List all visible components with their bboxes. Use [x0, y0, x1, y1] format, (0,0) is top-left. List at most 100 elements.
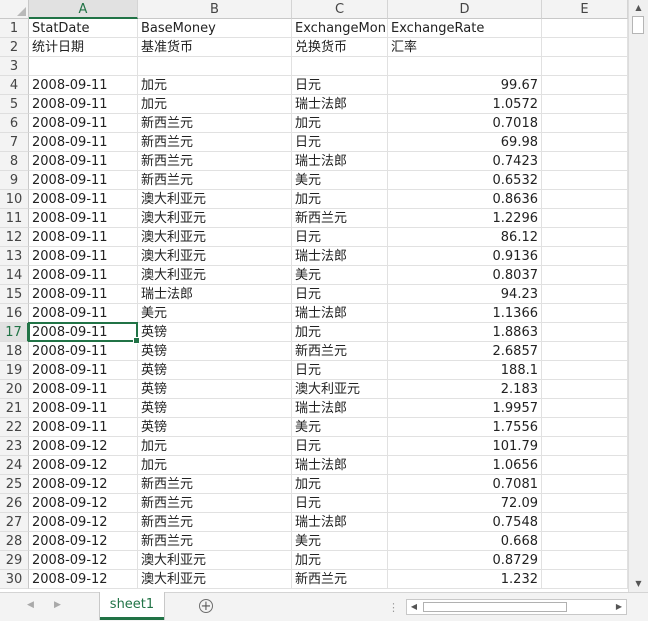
- row-header[interactable]: 20: [0, 380, 29, 399]
- cell-c[interactable]: 兑换货币: [292, 38, 388, 57]
- cell-a[interactable]: 2008-09-11: [29, 152, 138, 171]
- row-header[interactable]: 5: [0, 95, 29, 114]
- cell-c[interactable]: 瑞士法郎: [292, 304, 388, 323]
- cell-c[interactable]: 加元: [292, 323, 388, 342]
- cell-b[interactable]: 英镑: [138, 380, 292, 399]
- cell-e[interactable]: [542, 456, 628, 475]
- cell-e[interactable]: [542, 570, 628, 589]
- row-header[interactable]: 13: [0, 247, 29, 266]
- row-header[interactable]: 21: [0, 399, 29, 418]
- cell-a[interactable]: 2008-09-11: [29, 171, 138, 190]
- cell-d[interactable]: 2.183: [388, 380, 542, 399]
- row-header[interactable]: 8: [0, 152, 29, 171]
- cell-a[interactable]: 2008-09-12: [29, 551, 138, 570]
- cell-c[interactable]: 瑞士法郎: [292, 95, 388, 114]
- cell-b[interactable]: 澳大利亚元: [138, 247, 292, 266]
- cell-e[interactable]: [542, 418, 628, 437]
- cell-c[interactable]: 新西兰元: [292, 342, 388, 361]
- cell-d[interactable]: [388, 57, 542, 76]
- cell-a[interactable]: 2008-09-11: [29, 228, 138, 247]
- cell-e[interactable]: [542, 361, 628, 380]
- cell-d[interactable]: 1.0656: [388, 456, 542, 475]
- cell-d[interactable]: 0.8636: [388, 190, 542, 209]
- cell-e[interactable]: [542, 133, 628, 152]
- cell-c[interactable]: 瑞士法郎: [292, 247, 388, 266]
- cell-d[interactable]: 86.12: [388, 228, 542, 247]
- cell-b[interactable]: 澳大利亚元: [138, 570, 292, 589]
- cell-a[interactable]: 2008-09-11: [29, 133, 138, 152]
- cell-b[interactable]: 澳大利亚元: [138, 551, 292, 570]
- cell-d[interactable]: 0.7548: [388, 513, 542, 532]
- row-header[interactable]: 4: [0, 76, 29, 95]
- cell-c[interactable]: 日元: [292, 361, 388, 380]
- cell-e[interactable]: [542, 57, 628, 76]
- cell-c[interactable]: 日元: [292, 228, 388, 247]
- row-header[interactable]: 26: [0, 494, 29, 513]
- row-header[interactable]: 19: [0, 361, 29, 380]
- cell-d[interactable]: 0.7423: [388, 152, 542, 171]
- cell-e[interactable]: [542, 152, 628, 171]
- horizontal-scrollbar[interactable]: ◀ ▶: [406, 599, 627, 615]
- cell-a[interactable]: [29, 57, 138, 76]
- cell-d[interactable]: 1.232: [388, 570, 542, 589]
- cell-c[interactable]: 新西兰元: [292, 209, 388, 228]
- cell-d[interactable]: 1.7556: [388, 418, 542, 437]
- cell-b[interactable]: 新西兰元: [138, 171, 292, 190]
- cell-b[interactable]: 澳大利亚元: [138, 266, 292, 285]
- cell-e[interactable]: [542, 171, 628, 190]
- column-header-e[interactable]: E: [542, 0, 628, 19]
- cell-b[interactable]: 美元: [138, 304, 292, 323]
- spreadsheet-grid[interactable]: ABCDE 1 StatDate BaseMoney ExchangeMon Excha…: [0, 0, 628, 592]
- cell-b[interactable]: 新西兰元: [138, 494, 292, 513]
- cell-c[interactable]: ExchangeMon: [292, 19, 388, 38]
- row-header[interactable]: 28: [0, 532, 29, 551]
- cell-a[interactable]: 2008-09-12: [29, 513, 138, 532]
- cell-d[interactable]: 1.1366: [388, 304, 542, 323]
- vertical-scroll-thumb[interactable]: [632, 16, 644, 34]
- cell-a[interactable]: 2008-09-12: [29, 570, 138, 589]
- cell-c[interactable]: 日元: [292, 76, 388, 95]
- cell-b[interactable]: 新西兰元: [138, 513, 292, 532]
- cell-c[interactable]: 澳大利亚元: [292, 380, 388, 399]
- cell-a[interactable]: 2008-09-11: [29, 114, 138, 133]
- cell-c[interactable]: 日元: [292, 494, 388, 513]
- row-header[interactable]: 29: [0, 551, 29, 570]
- cell-c[interactable]: 新西兰元: [292, 570, 388, 589]
- cell-b[interactable]: 新西兰元: [138, 114, 292, 133]
- cell-e[interactable]: [542, 475, 628, 494]
- cell-b[interactable]: [138, 57, 292, 76]
- cell-b[interactable]: 新西兰元: [138, 133, 292, 152]
- cell-e[interactable]: [542, 380, 628, 399]
- cell-b[interactable]: 基准货币: [138, 38, 292, 57]
- cell-c[interactable]: [292, 57, 388, 76]
- cell-b[interactable]: 英镑: [138, 361, 292, 380]
- cell-c[interactable]: 加元: [292, 114, 388, 133]
- cell-a[interactable]: 2008-09-11: [29, 361, 138, 380]
- column-header-a[interactable]: A: [29, 0, 138, 19]
- cell-a[interactable]: 2008-09-11: [29, 95, 138, 114]
- cell-b[interactable]: 澳大利亚元: [138, 209, 292, 228]
- cell-b[interactable]: 英镑: [138, 418, 292, 437]
- cell-c[interactable]: 日元: [292, 285, 388, 304]
- row-header[interactable]: 10: [0, 190, 29, 209]
- cell-b[interactable]: 澳大利亚元: [138, 228, 292, 247]
- cell-e[interactable]: [542, 95, 628, 114]
- cell-e[interactable]: [542, 532, 628, 551]
- cell-b[interactable]: 加元: [138, 95, 292, 114]
- cell-e[interactable]: [542, 209, 628, 228]
- scroll-up-icon[interactable]: ▲: [632, 1, 645, 15]
- cell-e[interactable]: [542, 513, 628, 532]
- cell-d[interactable]: 0.9136: [388, 247, 542, 266]
- cell-c[interactable]: 瑞士法郎: [292, 399, 388, 418]
- row-header[interactable]: 25: [0, 475, 29, 494]
- row-header[interactable]: 27: [0, 513, 29, 532]
- cell-c[interactable]: 瑞士法郎: [292, 513, 388, 532]
- cell-e[interactable]: [542, 228, 628, 247]
- row-header[interactable]: 22: [0, 418, 29, 437]
- row-header[interactable]: 14: [0, 266, 29, 285]
- cell-d[interactable]: 101.79: [388, 437, 542, 456]
- cell-b[interactable]: 新西兰元: [138, 475, 292, 494]
- prev-sheet-icon[interactable]: ◀: [27, 600, 34, 610]
- cell-c[interactable]: 瑞士法郎: [292, 152, 388, 171]
- cell-b[interactable]: BaseMoney: [138, 19, 292, 38]
